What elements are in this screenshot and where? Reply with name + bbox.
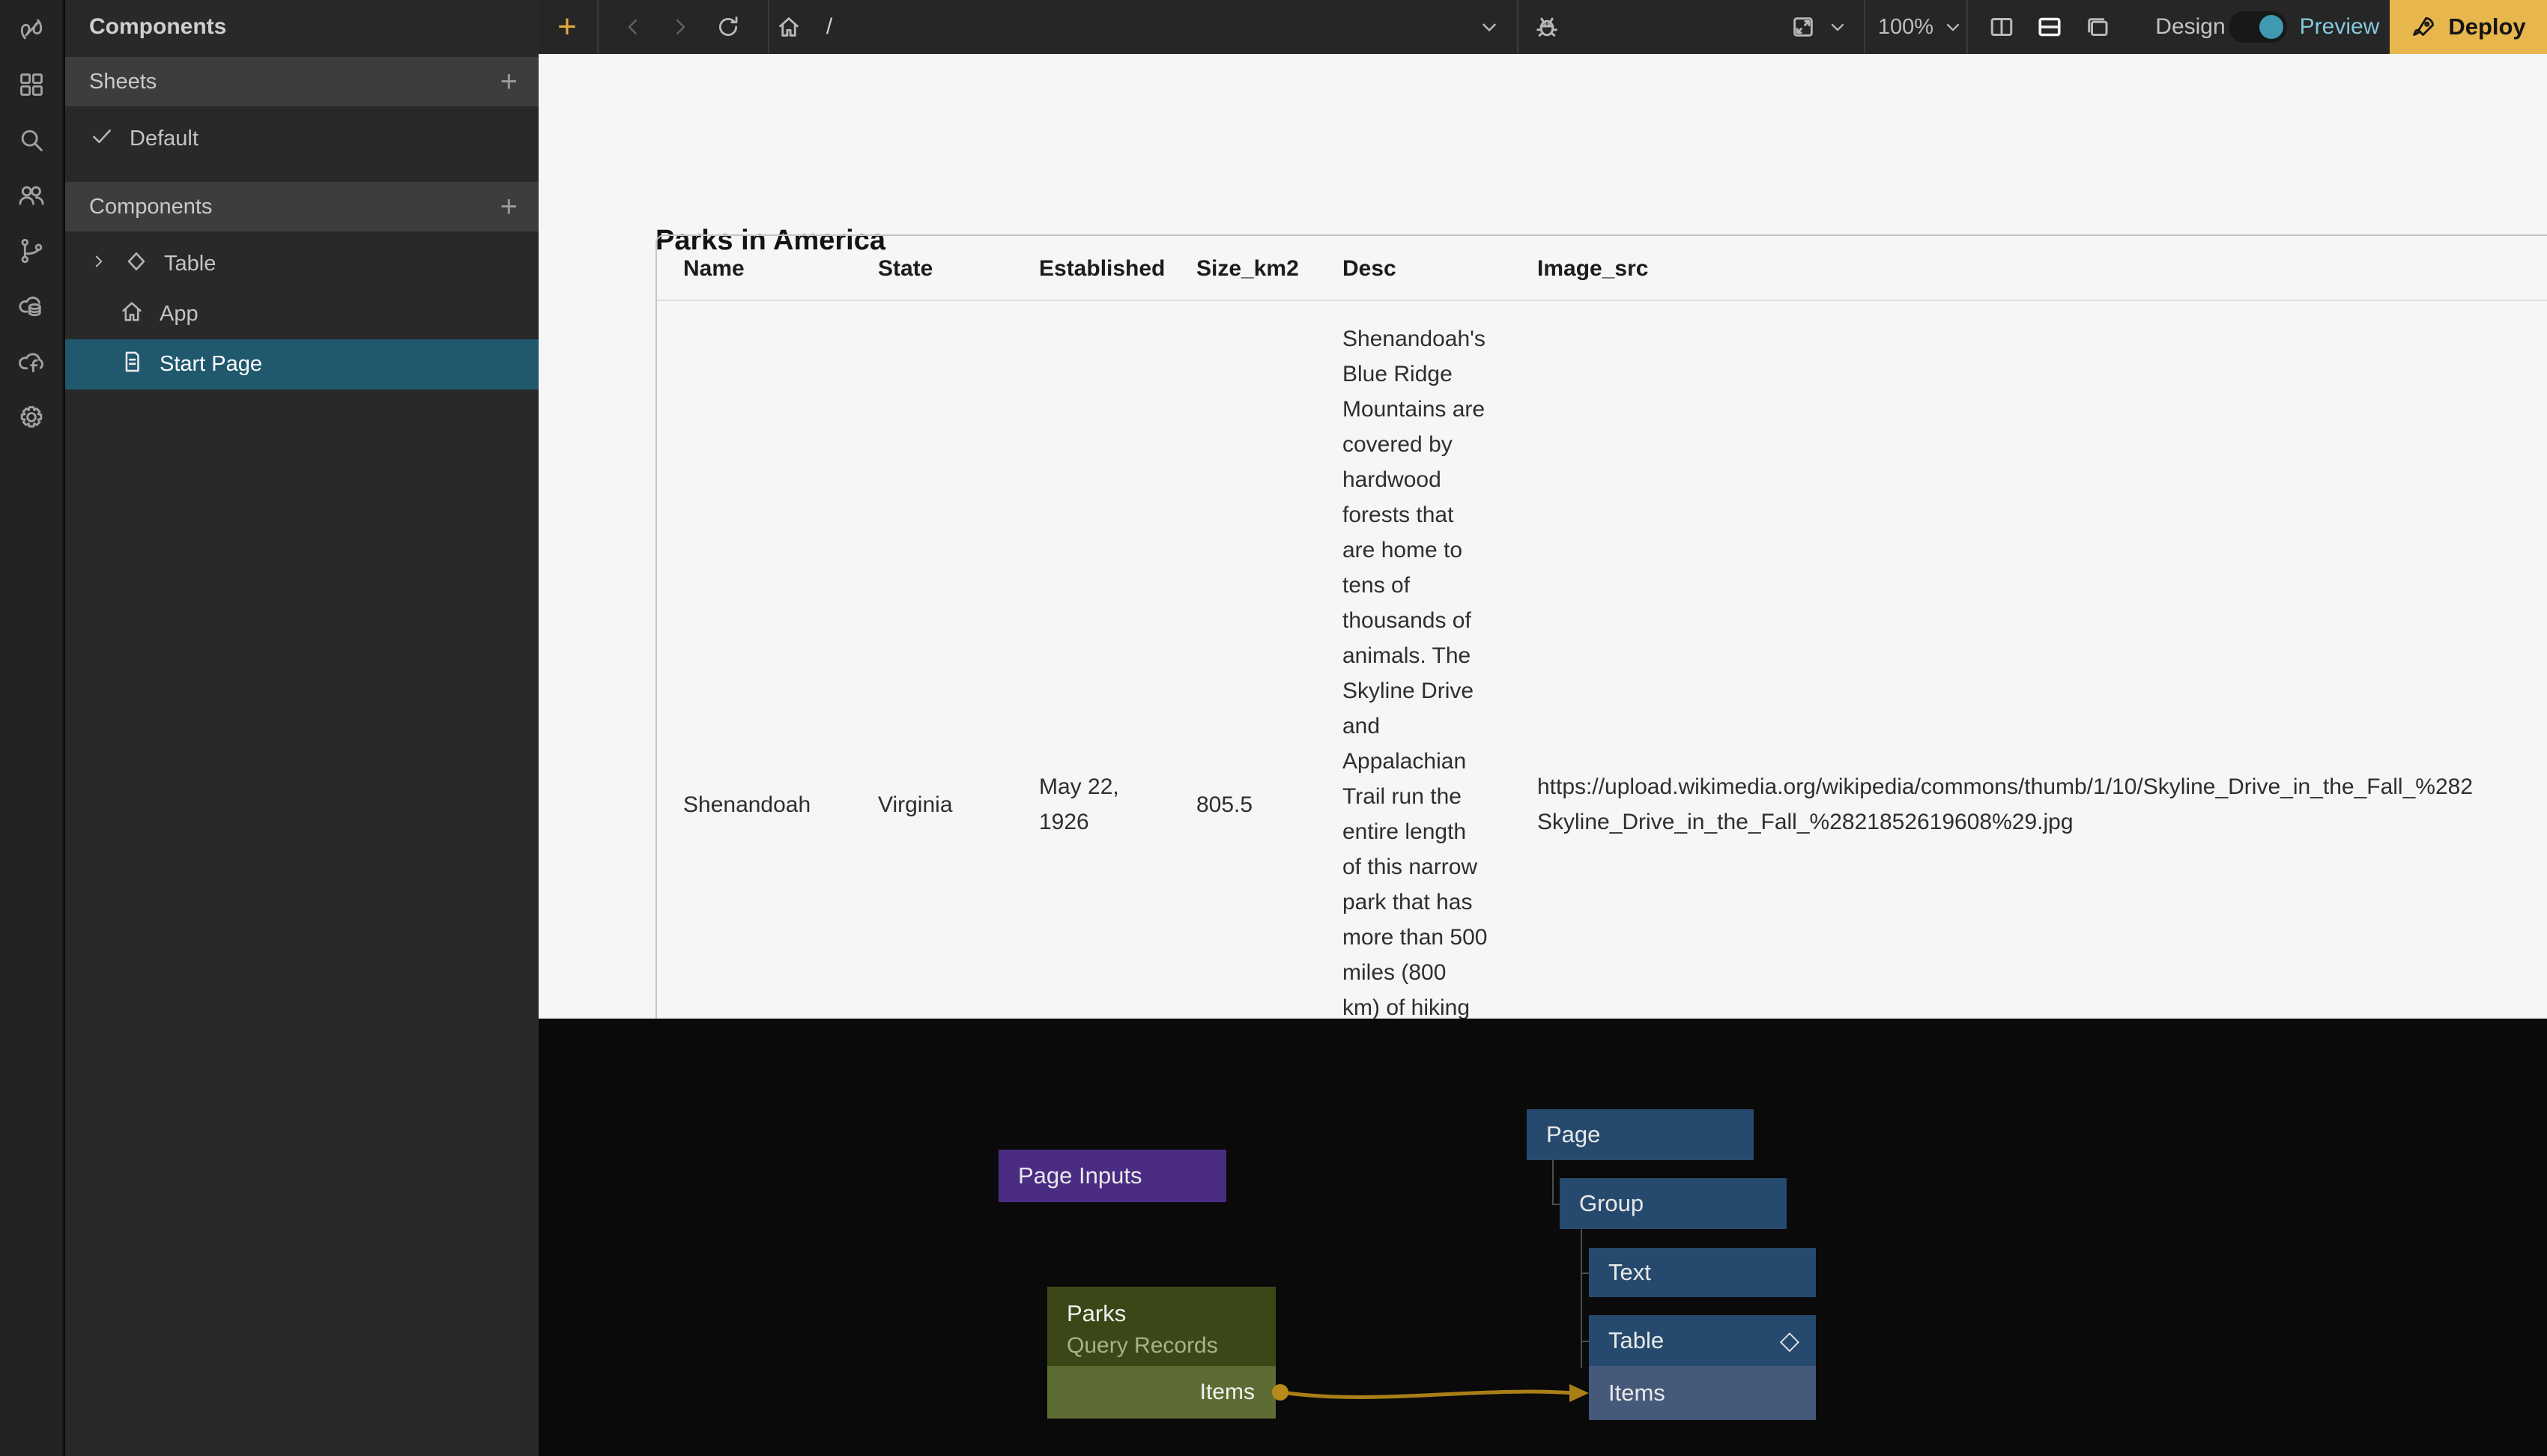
flow-node-table[interactable]: Table ◇ [1589, 1315, 1816, 1366]
toolbar-divider [597, 0, 599, 54]
components-section-label: Components [89, 195, 212, 219]
app-logo-icon[interactable] [16, 13, 47, 45]
query-node-header[interactable]: Parks Query Records [1047, 1287, 1276, 1366]
flow-node-label: Items [1608, 1380, 1665, 1407]
sidebar-item-table[interactable]: Table [65, 239, 539, 289]
cloud-function-icon[interactable] [16, 346, 47, 377]
home-icon [119, 299, 145, 330]
add-sheet-button[interactable]: + [500, 65, 518, 99]
top-toolbar: + / 100% Design Preview Deploy [539, 0, 2547, 54]
chevron-right-icon[interactable] [89, 252, 109, 277]
toolbar-divider [1966, 0, 1968, 54]
page-dropdown-chevron-icon[interactable] [1473, 0, 1506, 54]
sidebar-item-default-sheet[interactable]: Default [65, 114, 539, 164]
flow-node-label: Page [1546, 1121, 1600, 1148]
cell-desc: Shenandoah's Blue Ridge Mountains are co… [1342, 321, 1515, 1019]
components-grid-icon[interactable] [16, 69, 47, 100]
flow-node-label: Page Inputs [1018, 1162, 1142, 1189]
query-node-title: Parks [1067, 1300, 1218, 1327]
components-section-header[interactable]: Components + [65, 182, 539, 231]
fit-view-chevron-icon[interactable] [1823, 0, 1853, 54]
flow-node-label: Table [1608, 1327, 1664, 1354]
rocket-icon [2411, 13, 2438, 40]
column-header-size-km2[interactable]: Size_km2 [1196, 236, 1299, 301]
column-header-name[interactable]: Name [683, 236, 745, 301]
design-preview-toggle[interactable] [2229, 0, 2287, 54]
app-canvas[interactable]: Parks in America Name State Established … [539, 54, 2547, 1019]
sidebar-item-start-page[interactable]: Start Page [65, 339, 539, 389]
tree-connector-line [1581, 1229, 1582, 1368]
reload-button[interactable] [712, 0, 745, 54]
cell-established: May 22, 1926 [1039, 769, 1119, 840]
cell-name: Shenandoah [683, 787, 811, 822]
debug-bug-icon[interactable] [1529, 0, 1565, 54]
split-vertical-panel-button[interactable] [1983, 0, 2020, 54]
toolbar-divider [768, 0, 769, 54]
home-page-button[interactable] [772, 0, 805, 54]
deploy-button-label: Deploy [2448, 13, 2525, 40]
zoom-chevron-icon[interactable] [1938, 0, 1968, 54]
back-button[interactable] [617, 0, 649, 54]
sheets-section-header[interactable]: Sheets + [65, 57, 539, 106]
fit-view-button[interactable] [1787, 0, 1820, 54]
items-connection-arrow [539, 1019, 2547, 1456]
flow-node-page-inputs[interactable]: Page Inputs [999, 1150, 1226, 1202]
parks-table[interactable]: Name State Established Size_km2 Desc Ima… [655, 234, 2547, 1019]
flow-node-page[interactable]: Page [1527, 1109, 1754, 1160]
git-branch-icon[interactable] [16, 235, 47, 267]
windows-panel-button[interactable] [2079, 0, 2116, 54]
icon-rail [0, 0, 64, 1456]
design-mode-label[interactable]: Design [2149, 0, 2232, 54]
check-icon [89, 124, 115, 155]
toolbar-divider [1864, 0, 1865, 54]
component-item-label: Start Page [160, 352, 262, 377]
add-component-button[interactable]: + [500, 190, 518, 224]
zoom-level[interactable]: 100% [1874, 0, 1938, 54]
add-component-toolbar-button[interactable]: + [546, 0, 588, 54]
flow-node-text[interactable]: Text [1589, 1248, 1816, 1297]
components-sidebar: Components Sheets + Default Components +… [65, 0, 539, 1456]
column-header-image-src[interactable]: Image_src [1537, 236, 1648, 301]
sidebar-item-app[interactable]: App [65, 289, 539, 339]
cloud-database-icon[interactable] [16, 291, 47, 322]
flow-node-label: Text [1608, 1259, 1651, 1286]
column-header-state[interactable]: State [878, 236, 933, 301]
table-header-row: Name State Established Size_km2 Desc Ima… [657, 236, 2547, 301]
query-port-label: Items [1200, 1380, 1255, 1405]
settings-gear-icon[interactable] [16, 401, 47, 433]
cell-state: Virginia [878, 787, 953, 822]
search-icon[interactable] [16, 124, 47, 156]
toggle-knob[interactable] [2259, 15, 2283, 39]
diamond-icon: ◇ [1780, 1326, 1799, 1356]
split-horizontal-panel-button[interactable] [2031, 0, 2068, 54]
cell-size-km2: 805.5 [1196, 787, 1253, 822]
deploy-button[interactable]: Deploy [2390, 0, 2547, 54]
preview-mode-label[interactable]: Preview [2295, 0, 2384, 54]
sheets-section-label: Sheets [89, 70, 157, 94]
flow-node-table-items-port[interactable]: Items [1589, 1366, 1816, 1420]
diamond-icon [124, 249, 149, 280]
toolbar-divider [1517, 0, 1518, 54]
forward-button[interactable] [664, 0, 697, 54]
query-node-subtitle: Query Records [1067, 1333, 1218, 1359]
tree-connector-line [1552, 1160, 1554, 1205]
sheet-item-label: Default [130, 127, 199, 151]
component-item-label: Table [164, 252, 216, 276]
cell-image-src: https://upload.wikimedia.org/wikipedia/c… [1537, 769, 2547, 840]
page-path[interactable]: / [814, 0, 844, 54]
column-header-established[interactable]: Established [1039, 236, 1165, 301]
column-header-desc[interactable]: Desc [1342, 236, 1396, 301]
sidebar-title: Components [65, 0, 539, 54]
flow-node-label: Group [1579, 1190, 1644, 1217]
query-node-items-port[interactable]: Items [1047, 1366, 1276, 1419]
component-item-label: App [160, 302, 199, 327]
flow-node-group[interactable]: Group [1560, 1178, 1787, 1229]
document-icon [119, 349, 145, 380]
users-icon[interactable] [16, 180, 47, 211]
state-flow-panel[interactable]: Page Inputs Page Group Text Table ◇ Item… [539, 1019, 2547, 1456]
